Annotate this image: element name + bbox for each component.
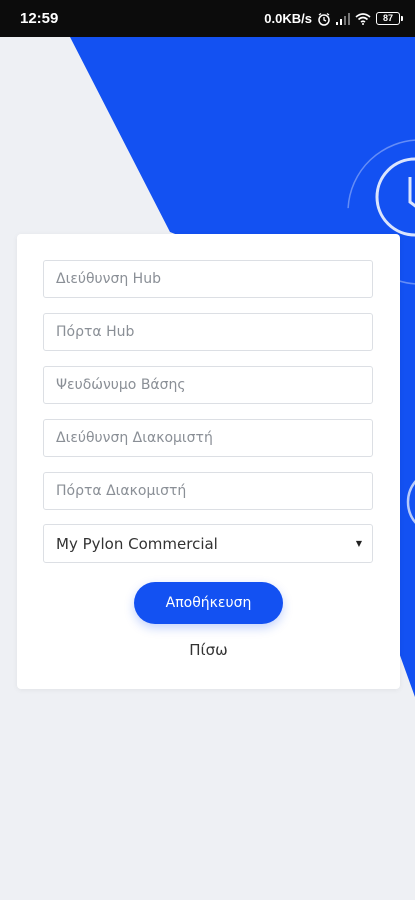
battery-icon: 87 bbox=[376, 12, 403, 25]
dropdown-caret-icon: ▼ bbox=[355, 539, 362, 548]
product-select[interactable]: My Pylon Commercial ▼ bbox=[43, 524, 373, 563]
hub-port-input[interactable] bbox=[43, 313, 373, 351]
back-link[interactable]: Πίσω bbox=[17, 641, 400, 659]
hub-address-input[interactable] bbox=[43, 260, 373, 298]
alarm-icon bbox=[317, 12, 331, 26]
save-button[interactable]: Αποθήκευση bbox=[134, 582, 283, 624]
server-address-input[interactable] bbox=[43, 419, 373, 457]
wifi-icon bbox=[355, 12, 371, 25]
status-time: 12:59 bbox=[20, 10, 59, 27]
base-alias-input[interactable] bbox=[43, 366, 373, 404]
status-icons: 0.0KB/s 87 bbox=[264, 11, 403, 26]
battery-level: 87 bbox=[376, 12, 400, 25]
settings-form-card: My Pylon Commercial ▼ Αποθήκευση Πίσω bbox=[17, 234, 400, 689]
network-speed: 0.0KB/s bbox=[264, 11, 312, 26]
status-bar: 12:59 0.0KB/s 87 bbox=[0, 0, 415, 37]
product-select-value: My Pylon Commercial bbox=[56, 534, 218, 553]
server-port-input[interactable] bbox=[43, 472, 373, 510]
signal-icon bbox=[336, 12, 350, 25]
